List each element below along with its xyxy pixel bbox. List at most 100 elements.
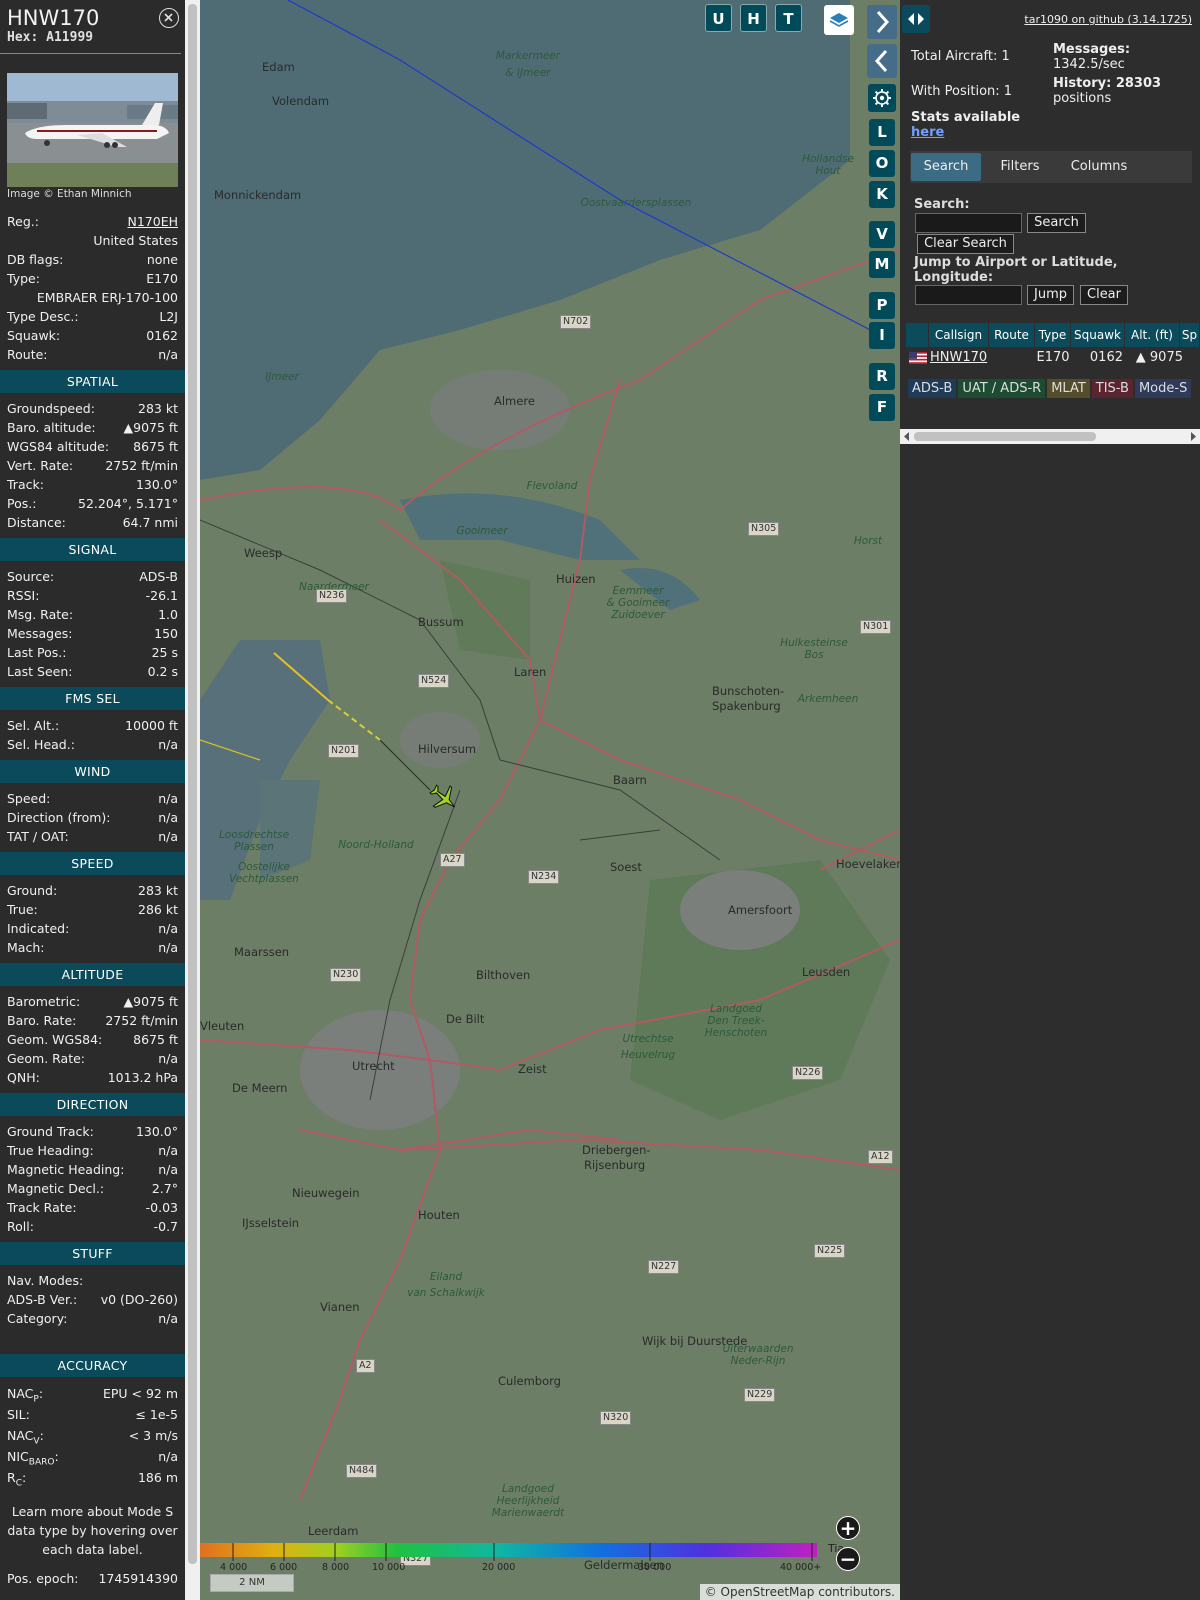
map-water-label: Vechtplassen [229, 873, 299, 885]
map-water-label: van Schalkwijk [407, 1287, 485, 1299]
info-row: NACP: EPU < 92 m [0, 1383, 185, 1405]
map-water-label: IJmeer [265, 371, 299, 383]
learn-more-text: Learn more about Mode S data type by hov… [7, 1504, 178, 1557]
col-squawk[interactable]: Squawk [1071, 323, 1125, 347]
map-road-label: N320 [600, 1411, 632, 1425]
map-scale-bar: 2 NM [210, 1574, 294, 1592]
collapse-left-button[interactable] [867, 44, 897, 78]
map-place-label: Volendam [272, 94, 330, 108]
aircraft-photo[interactable] [7, 73, 178, 187]
scroll-left-icon[interactable] [903, 432, 911, 441]
registration-link[interactable]: N170EH [127, 212, 178, 231]
legend-uat-ads-r: UAT / ADS-R [958, 379, 1046, 398]
info-row-value: v0 (DO-260) [100, 1292, 178, 1307]
col-altitude[interactable]: Alt. (ft) [1125, 323, 1180, 347]
section-header: DIRECTION [0, 1093, 185, 1116]
tab-filters[interactable]: Filters [986, 153, 1054, 181]
map-toggle-r-button[interactable]: R [869, 363, 895, 390]
expand-right-button[interactable] [867, 5, 897, 39]
map-water-label: Bos [804, 649, 824, 661]
info-row-value: n/a [158, 829, 178, 844]
info-row: Distance: 64.7 nmi [0, 513, 185, 532]
info-row-label: Speed: [7, 791, 51, 806]
stats-label: Stats available [911, 110, 1021, 125]
jump-input[interactable] [915, 285, 1022, 305]
scroll-right-icon[interactable] [1189, 432, 1197, 441]
info-row-value: -26.1 [145, 588, 178, 603]
col-route[interactable]: Route [989, 323, 1035, 347]
zoom-out-button[interactable]: − [836, 1547, 860, 1571]
map-road-label: N524 [418, 674, 450, 688]
altitude-tick-label: 40 000+ [780, 1562, 822, 1573]
map-toggle-k-button[interactable]: K [869, 181, 895, 208]
map-toggle-p-button[interactable]: P [869, 292, 895, 319]
altitude-tick-label: 10 000 [372, 1562, 406, 1573]
search-input[interactable] [915, 213, 1022, 233]
col-callsign[interactable]: Callsign [929, 323, 989, 347]
map-place-label: Maarssen [234, 945, 290, 959]
scrollbar-thumb[interactable] [914, 432, 1096, 441]
stats-link[interactable]: here [911, 125, 944, 140]
info-row-label: Baro. altitude: [7, 420, 96, 435]
info-row-label: NACV: [7, 1428, 44, 1447]
photo-credit: Image © Ethan Minnich [7, 188, 132, 200]
clear-search-button[interactable]: Clear Search [917, 234, 1014, 254]
scrollbar-thumb[interactable] [188, 4, 197, 1564]
zoom-in-button[interactable]: + [836, 1516, 860, 1540]
map-toggle-h-button[interactable]: H [740, 4, 767, 32]
info-row-label: SIL: [7, 1407, 30, 1422]
info-row-label: Baro. Rate: [7, 1013, 77, 1028]
col-type[interactable]: Type [1035, 323, 1071, 347]
info-row-label: TAT / OAT: [7, 829, 69, 844]
table-row[interactable]: HNW170 E170 0162 ▲ 9075 [906, 347, 1185, 369]
close-icon[interactable] [159, 8, 179, 28]
map-toggle-u-button[interactable]: U [705, 4, 732, 32]
map-toggle-o-button[interactable]: O [869, 150, 895, 177]
map-toggle-f-button[interactable]: F [869, 394, 895, 421]
aircraft-marker-icon[interactable] [428, 782, 460, 814]
settings-button[interactable] [868, 84, 896, 112]
row-callsign[interactable]: HNW170 [929, 347, 989, 369]
layers-icon [829, 13, 849, 27]
map-road-label: N226 [792, 1066, 824, 1080]
map-place-label: Driebergen- [582, 1143, 651, 1157]
altitude-tick-label: 20 000 [482, 1562, 516, 1573]
info-row-label: Msg. Rate: [7, 607, 74, 622]
layers-button[interactable] [824, 5, 854, 35]
map-toggle-l-button[interactable]: L [869, 119, 895, 146]
table-horizontal-scrollbar[interactable] [900, 429, 1200, 444]
map-toggle-v-button[interactable]: V [869, 221, 895, 248]
info-row: Type: E170 [0, 269, 185, 288]
osm-link[interactable]: OpenStreetMap [721, 1585, 815, 1599]
info-row: Msg. Rate: 1.0 [0, 605, 185, 624]
info-row-label: Barometric: [7, 994, 81, 1009]
map-water-label: Noord-Holland [338, 839, 414, 851]
map-view[interactable]: Edam Volendam Monnickendam Almere Weesp Huize… [200, 0, 900, 1600]
info-panel-scrollbar[interactable] [185, 0, 200, 1600]
tab-columns[interactable]: Columns [1058, 153, 1140, 181]
info-row-value: 8675 ft [133, 439, 178, 454]
info-header: HNW170 Hex: A11999 [0, 0, 181, 54]
map-toggle-m-button[interactable]: M [869, 251, 895, 278]
info-row-value: n/a [158, 791, 178, 806]
search-button[interactable]: Search [1027, 213, 1086, 233]
info-row-value: n/a [158, 1143, 178, 1158]
info-row-value: 283 kt [138, 401, 178, 416]
info-row-label: RSSI: [7, 588, 40, 603]
info-row-label: Type Desc.: [7, 309, 79, 324]
clear-jump-button[interactable]: Clear [1080, 285, 1128, 305]
info-row-label: Ground: [7, 883, 58, 898]
toggle-sidebar-button[interactable] [902, 5, 930, 33]
info-row-label: Sel. Alt.: [7, 718, 60, 733]
jump-button[interactable]: Jump [1027, 285, 1074, 305]
info-row-value: 0.2 s [147, 664, 178, 679]
map-toggle-i-button[interactable]: I [869, 322, 895, 349]
section-header: WIND [0, 760, 185, 783]
github-link[interactable]: tar1090 on github (3.14.1725) [1024, 13, 1192, 26]
tab-search[interactable]: Search [911, 153, 981, 181]
map-road-label: N301 [860, 620, 892, 634]
col-speed[interactable]: Sp [1180, 323, 1200, 347]
map-toggle-t-button[interactable]: T [775, 4, 802, 32]
info-row-label: Track: [7, 477, 44, 492]
info-row-value: n/a [158, 1051, 178, 1066]
